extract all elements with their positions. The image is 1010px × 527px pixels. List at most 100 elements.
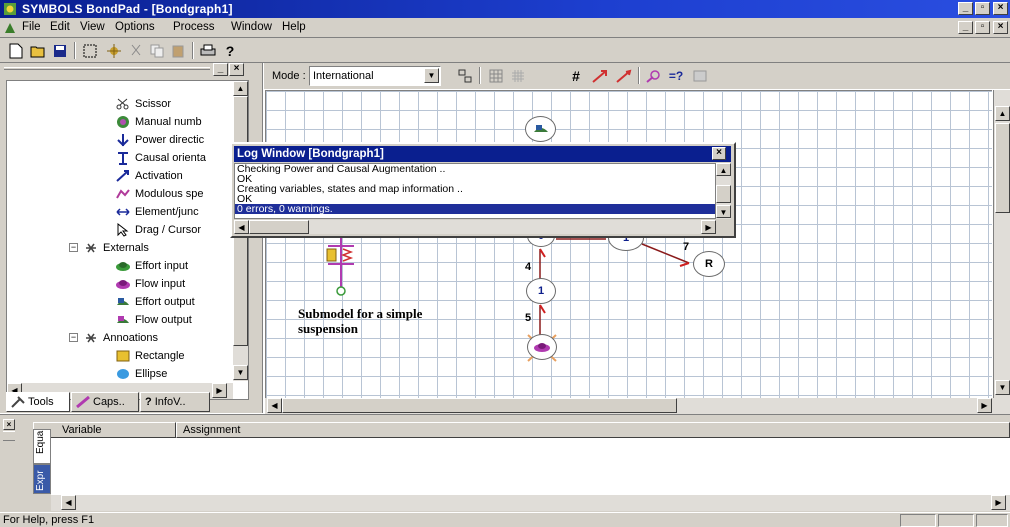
panel-close-button[interactable]: × [3, 419, 15, 430]
tab-tools[interactable]: Tools [6, 392, 70, 412]
log-close-button[interactable]: × [712, 147, 726, 160]
tree-group-annotations[interactable]: − Annoations [69, 329, 158, 346]
scroll-down-arrow[interactable]: ▼ [233, 365, 248, 380]
maximize-button[interactable]: ▫ [975, 2, 990, 15]
tab-caps[interactable]: Caps.. [71, 392, 139, 412]
component-icon[interactable] [104, 41, 124, 60]
log-horizontal-scrollbar[interactable]: ◀ ▶ [234, 220, 716, 234]
tab-equations[interactable]: Equa [33, 429, 51, 464]
tree-item-activation[interactable]: Activation [115, 167, 183, 184]
tree-item-rectangle[interactable]: Rectangle [115, 347, 185, 364]
tree-item-causal-orientation[interactable]: Causal orienta [115, 149, 206, 166]
info-tab-icon: ? [145, 396, 152, 408]
scroll-right-arrow[interactable]: ▶ [977, 398, 992, 413]
menu-window[interactable]: Window [231, 21, 272, 33]
child-restore-button[interactable]: ▫ [975, 21, 990, 34]
tree-item-scissor[interactable]: Scissor [115, 95, 171, 112]
tree-item-power-direction[interactable]: Power directic [115, 131, 204, 148]
tab-infoview[interactable]: ? InfoV.. [140, 392, 210, 412]
mode-select[interactable]: International ▼ [309, 66, 441, 86]
panel-minimize-button[interactable]: _ [213, 63, 228, 76]
tree-item-ellipse[interactable]: Ellipse [115, 365, 167, 382]
paste-icon[interactable] [168, 41, 188, 60]
menu-process[interactable]: Process [173, 21, 215, 33]
chevron-down-icon[interactable]: ▼ [424, 68, 439, 83]
panel-close-button[interactable]: × [229, 63, 244, 76]
child-minimize-button[interactable]: _ [958, 21, 973, 34]
scroll-thumb[interactable] [716, 185, 731, 203]
tree-item-drag-cursor[interactable]: Drag / Cursor [115, 221, 201, 238]
close-button[interactable]: × [993, 2, 1008, 15]
tree-item-label: Activation [135, 169, 183, 182]
tab-expressions[interactable]: Expr [33, 464, 51, 494]
copy-icon[interactable] [147, 41, 167, 60]
save-icon[interactable] [50, 41, 70, 60]
grid-toggle-icon[interactable]: # [566, 66, 586, 85]
scroll-right-arrow[interactable]: ▶ [991, 495, 1006, 510]
scroll-up-arrow[interactable]: ▲ [233, 81, 248, 96]
child-close-button[interactable]: × [993, 21, 1008, 34]
tree-item-manual-number[interactable]: Manual numb [115, 113, 202, 130]
column-header-assignment[interactable]: Assignment [176, 422, 1010, 438]
scroll-down-arrow[interactable]: ▼ [716, 205, 731, 218]
collapse-icon[interactable]: − [69, 243, 78, 252]
app-icon [4, 3, 16, 15]
minimize-button[interactable]: _ [958, 2, 973, 15]
tree-item-effort-output[interactable]: Effort output [115, 293, 195, 310]
log-window-title-bar[interactable]: Log Window [Bondgraph1] [234, 146, 731, 162]
document-icon[interactable] [3, 21, 17, 35]
bond-icon[interactable] [590, 66, 610, 85]
scroll-up-arrow[interactable]: ▲ [716, 163, 731, 176]
hierarchy-icon[interactable] [455, 66, 475, 85]
tree-item-effort-input[interactable]: Effort input [115, 257, 188, 274]
variable-list[interactable] [51, 438, 1010, 496]
simulate-icon[interactable] [690, 66, 710, 85]
column-header-variable[interactable]: Variable [33, 422, 176, 438]
active-bond-icon[interactable] [614, 66, 634, 85]
open-icon[interactable] [28, 41, 48, 60]
canvas-horizontal-scrollbar[interactable]: ◀ ▶ [265, 398, 1010, 414]
log-vertical-scrollbar[interactable]: ▲ ▼ [716, 163, 731, 219]
cut-icon[interactable] [126, 41, 146, 60]
help-icon[interactable]: ? [220, 41, 240, 60]
query-icon[interactable]: =? [666, 66, 686, 85]
canvas-vertical-scrollbar[interactable]: ▲ ▼ [993, 90, 1010, 398]
scroll-left-arrow[interactable]: ◀ [234, 220, 249, 234]
causal-stroke-icon[interactable] [644, 66, 664, 85]
menu-view[interactable]: View [80, 21, 105, 33]
grid-coarse-icon[interactable] [486, 66, 506, 85]
print-icon[interactable] [198, 41, 218, 60]
scroll-thumb[interactable] [995, 123, 1010, 213]
tree-group-externals[interactable]: − Externals [69, 239, 149, 256]
scroll-left-arrow[interactable]: ◀ [267, 398, 282, 413]
menu-help[interactable]: Help [282, 21, 306, 33]
scroll-left-arrow[interactable]: ◀ [61, 495, 76, 510]
new-icon[interactable] [6, 41, 26, 60]
tree-item-flow-output[interactable]: Flow output [115, 311, 192, 328]
scroll-thumb[interactable] [282, 398, 677, 413]
grid-fine-icon[interactable] [508, 66, 528, 85]
bondgraph-canvas[interactable]: 0 1 R 1 7 4 5 Submodel for a simple susp… [265, 90, 992, 398]
tree-item-modulus[interactable]: Modulous spe [115, 185, 204, 202]
submodel-caption[interactable]: Submodel for a simple suspension [298, 306, 422, 336]
menu-edit[interactable]: Edit [50, 21, 70, 33]
tree-item-element-junction[interactable]: Element/junc [115, 203, 199, 220]
select-icon[interactable] [80, 41, 100, 60]
scroll-right-arrow[interactable]: ▶ [212, 383, 227, 398]
tree-item-flow-input[interactable]: Flow input [115, 275, 185, 292]
variable-horizontal-scrollbar[interactable]: ◀ ▶ [51, 495, 1010, 511]
menu-options[interactable]: Options [115, 21, 155, 33]
collapse-icon[interactable]: − [69, 333, 78, 342]
one-junction-node-mid[interactable]: 1 [526, 278, 556, 304]
effort-output-node[interactable] [525, 116, 556, 142]
scroll-up-arrow[interactable]: ▲ [995, 106, 1010, 121]
column-header-label: Variable [62, 424, 102, 436]
flow-source-node[interactable] [527, 334, 557, 360]
scroll-right-arrow[interactable]: ▶ [701, 220, 716, 234]
log-text[interactable]: Checking Power and Causal Augmentation .… [234, 163, 716, 219]
scroll-thumb[interactable] [249, 220, 309, 234]
log-window[interactable]: Log Window [Bondgraph1] × Checking Power… [230, 142, 736, 238]
resistor-node[interactable]: R [693, 251, 725, 277]
scroll-down-arrow[interactable]: ▼ [995, 380, 1010, 395]
menu-file[interactable]: File [22, 21, 41, 33]
